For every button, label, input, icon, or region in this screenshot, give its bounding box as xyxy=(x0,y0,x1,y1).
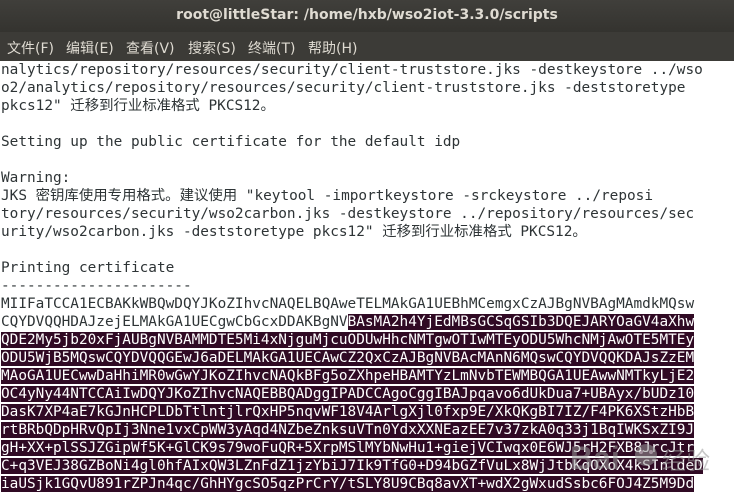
menu-terminal[interactable]: 终端(T) xyxy=(248,38,295,58)
terminal-line: o2/analytics/repository/resources/securi… xyxy=(1,80,686,96)
menu-bar: 文件(F) 编辑(E) 查看(V) 搜索(S) 终端(T) 帮助(H) xyxy=(0,32,734,61)
terminal-line: Warning: xyxy=(1,170,71,186)
terminal-line: pkcs12" 迁移到行业标准格式 PKCS12。 xyxy=(1,98,275,114)
baidu-watermark: Bai 经验 xyxy=(570,440,710,476)
watermark-text: Bai xyxy=(570,440,620,476)
menu-view[interactable]: 查看(V) xyxy=(126,38,175,58)
terminal-line: urity/wso2carbon.jks -deststoretype pkcs… xyxy=(1,224,587,240)
terminal-line: ---------------------- xyxy=(1,278,192,294)
menu-help[interactable]: 帮助(H) xyxy=(308,38,357,58)
menu-search[interactable]: 搜索(S) xyxy=(188,38,236,58)
terminal-line: MIIFaTCCA1ECBAKkWBQwDQYJKoZIhvcNAQELBQAw… xyxy=(1,296,695,312)
window-title: root@littleStar: /home/hxb/wso2iot-3.3.0… xyxy=(176,7,558,23)
menu-edit[interactable]: 编辑(E) xyxy=(66,38,114,58)
terminal-line: nalytics/repository/resources/security/c… xyxy=(1,62,703,78)
terminal-line: MAoGA1UECwwDaHhiMR0wGwYJKoZIhvcNAQkBFg5o… xyxy=(1,368,695,384)
terminal-window: root@littleStar: /home/hxb/wso2iot-3.3.0… xyxy=(0,0,734,494)
terminal-line: OC4yNy44NTCCAiIwDQYJKoZIhvcNAQEBBQADggIP… xyxy=(1,386,695,402)
terminal-line: QDE2My5jb20xFjAUBgNVBAMMDTE5Mi4xNjguMjcu… xyxy=(1,332,695,348)
terminal-line: Setting up the public certificate for th… xyxy=(1,134,461,150)
terminal-line: JKS 密钥库使用专用格式。建议使用 "keytool -importkeyst… xyxy=(1,188,653,204)
terminal-line: DasK7XP4aE7kGJnHCPLDbTtlntjlrQxHP5nqvWF1… xyxy=(1,404,695,420)
watermark-suffix: 经验 xyxy=(662,447,710,475)
menu-file[interactable]: 文件(F) xyxy=(7,38,54,58)
terminal-line: Printing certificate xyxy=(1,260,175,276)
title-bar[interactable]: root@littleStar: /home/hxb/wso2iot-3.3.0… xyxy=(0,0,734,32)
terminal-line: tory/resources/security/wso2carbon.jks -… xyxy=(1,206,695,222)
terminal-line: CQYDVQQHDAJzejELMAkGA1UECgwCbGcxDDAKBgNV… xyxy=(1,314,695,330)
terminal-line: ODU5WjB5MQswCQYDVQQGEwJ6aDELMAkGA1UECAwC… xyxy=(1,350,695,366)
